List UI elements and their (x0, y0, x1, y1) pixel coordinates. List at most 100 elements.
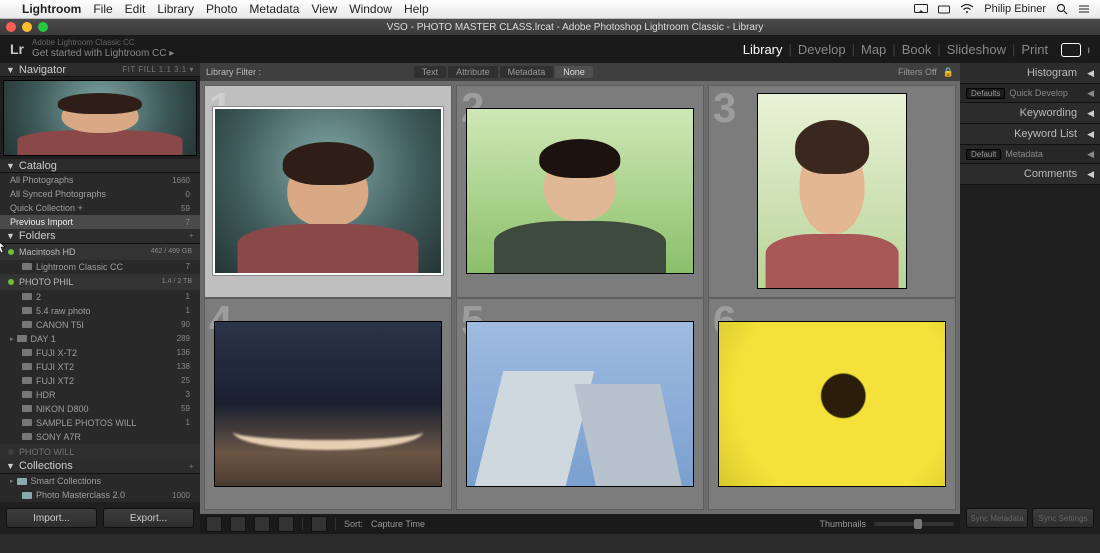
folder-item[interactable]: NIKON D80059 (0, 402, 200, 416)
grid-cell[interactable]: 3 (708, 85, 956, 298)
menu-help[interactable]: Help (404, 2, 429, 16)
folder-icon (22, 263, 32, 270)
disclosure-triangle-icon[interactable]: ▸ (10, 335, 14, 343)
menubar-username[interactable]: Philip Ebiner (984, 3, 1046, 15)
thumbnail-image[interactable] (758, 94, 906, 288)
thumbnail-image[interactable] (215, 322, 441, 486)
disclosure-triangle-icon[interactable]: ▼ (6, 65, 15, 75)
module-slideshow[interactable]: Slideshow (947, 42, 1006, 57)
keyword-list-header[interactable]: Keyword List◀ (960, 124, 1100, 145)
folder-item[interactable]: 21 (0, 290, 200, 304)
lock-icon[interactable]: 🔒 (943, 67, 954, 78)
window-titlebar: VSO - PHOTO MASTER CLASS.lrcat - Adobe P… (0, 19, 1100, 35)
preview-image (4, 81, 196, 155)
metadata-header[interactable]: DefaultMetadata◀ (960, 145, 1100, 164)
menu-window[interactable]: Window (349, 2, 392, 16)
zoom-window-button[interactable] (38, 22, 48, 32)
wifi-icon[interactable] (960, 4, 974, 14)
filter-tab-none[interactable]: None (555, 66, 593, 78)
thumbnail-image[interactable] (215, 109, 441, 273)
grid-cell[interactable]: 2 (456, 85, 704, 298)
filter-tab-text[interactable]: Text (414, 66, 447, 78)
menu-library[interactable]: Library (157, 2, 194, 16)
module-map[interactable]: Map (861, 42, 886, 57)
grid-view[interactable]: 1 2 3 4 5 6 (200, 81, 960, 514)
folders-header[interactable]: ▼Folders+ (0, 229, 200, 243)
collections-header[interactable]: ▼Collections+ (0, 460, 200, 474)
spotlight-icon[interactable] (1056, 3, 1068, 15)
navigator-header[interactable]: ▼ Navigator FIT FILL 1:1 3:1 ▾ (0, 63, 200, 77)
navigator-zoom-modes[interactable]: FIT FILL 1:1 3:1 ▾ (122, 65, 194, 74)
thumbnail-image[interactable] (467, 109, 693, 273)
menu-file[interactable]: File (93, 2, 112, 16)
sync-settings-button[interactable]: Sync Settings (1032, 508, 1094, 528)
library-filter-label: Library Filter : (206, 67, 261, 77)
app-name[interactable]: Lightroom (22, 2, 81, 16)
folder-item[interactable]: FUJI XT225 (0, 374, 200, 388)
keywording-header[interactable]: Keywording◀ (960, 103, 1100, 124)
collection-item[interactable]: ▸Smart Collections (0, 474, 200, 488)
folder-item[interactable]: 5.4 raw photo1 (0, 304, 200, 318)
minimize-window-button[interactable] (22, 22, 32, 32)
catalog-item[interactable]: All Photographs1660 (0, 173, 200, 187)
grid-cell[interactable]: 5 (456, 298, 704, 511)
folder-item[interactable]: SAMPLE PHOTOS WILL1 (0, 416, 200, 430)
thumbnail-size-slider[interactable] (874, 522, 954, 526)
catalog-list: All Photographs1660 All Synced Photograp… (0, 173, 200, 229)
export-button[interactable]: Export... (103, 508, 194, 528)
preset-dropdown[interactable]: Defaults (966, 88, 1005, 99)
grid-cell[interactable]: 1 (204, 85, 452, 298)
import-button[interactable]: Import... (6, 508, 97, 528)
navigator-preview[interactable] (3, 80, 197, 156)
folder-item[interactable]: FUJI X-T2136 (0, 346, 200, 360)
traffic-lights[interactable] (6, 22, 48, 32)
module-book[interactable]: Book (902, 42, 932, 57)
identity-plate[interactable]: Adobe Lightroom Classic CC Get started w… (32, 39, 174, 59)
catalog-header[interactable]: ▼Catalog (0, 159, 200, 173)
catalog-item-selected[interactable]: Previous Import7 (0, 215, 200, 229)
thumbnail-image[interactable] (467, 322, 693, 486)
filter-tab-metadata[interactable]: Metadata (500, 66, 554, 78)
painter-tool-button[interactable] (311, 516, 327, 532)
grid-view-button[interactable] (206, 516, 222, 532)
menu-metadata[interactable]: Metadata (249, 2, 299, 16)
survey-view-button[interactable] (278, 516, 294, 532)
folder-item[interactable]: Lightroom Classic CC7 (0, 260, 200, 274)
grid-cell[interactable]: 4 (204, 298, 452, 511)
screen-record-indicator[interactable] (1054, 39, 1088, 61)
folder-item[interactable]: SONY A7R (0, 430, 200, 444)
folder-item[interactable]: FUJI XT2138 (0, 360, 200, 374)
module-develop[interactable]: Develop (798, 42, 846, 57)
grid-cell[interactable]: 6 (708, 298, 956, 511)
quick-develop-header[interactable]: DefaultsQuick Develop◀ (960, 84, 1100, 103)
collection-item[interactable]: Photo Masterclass 2.01000 (0, 488, 200, 502)
notification-center-icon[interactable] (1078, 4, 1090, 14)
menu-view[interactable]: View (311, 2, 337, 16)
preset-dropdown[interactable]: Default (966, 149, 1001, 160)
folder-item[interactable]: CANON T5I90 (0, 318, 200, 332)
close-window-button[interactable] (6, 22, 16, 32)
filters-off-label[interactable]: Filters Off (898, 67, 937, 77)
screen-mirror-icon[interactable] (914, 4, 928, 14)
volume-row[interactable]: PHOTO WILL (0, 444, 200, 460)
volume-row[interactable]: PHOTO PHIL1.4 / 2 TB (0, 274, 200, 290)
histogram-header[interactable]: Histogram◀ (960, 63, 1100, 84)
module-print[interactable]: Print (1021, 42, 1048, 57)
keyboard-icon[interactable] (938, 4, 950, 14)
menu-edit[interactable]: Edit (125, 2, 146, 16)
folder-item[interactable]: ▸DAY 1289 (0, 332, 200, 346)
sort-dropdown[interactable]: Capture Time (371, 519, 425, 529)
compare-view-button[interactable] (254, 516, 270, 532)
thumbnail-image[interactable] (719, 322, 945, 486)
menu-photo[interactable]: Photo (206, 2, 237, 16)
lightroom-logo: Lr (10, 41, 24, 57)
filter-tab-attribute[interactable]: Attribute (448, 66, 498, 78)
comments-header[interactable]: Comments◀ (960, 164, 1100, 185)
loupe-view-button[interactable] (230, 516, 246, 532)
folder-item[interactable]: HDR3 (0, 388, 200, 402)
catalog-item[interactable]: All Synced Photographs0 (0, 187, 200, 201)
volume-row[interactable]: Macintosh HD462 / 499 GB (0, 244, 200, 260)
sync-metadata-button[interactable]: Sync Metadata (966, 508, 1028, 528)
module-library[interactable]: Library (743, 42, 783, 57)
catalog-item[interactable]: Quick Collection +59 (0, 201, 200, 215)
